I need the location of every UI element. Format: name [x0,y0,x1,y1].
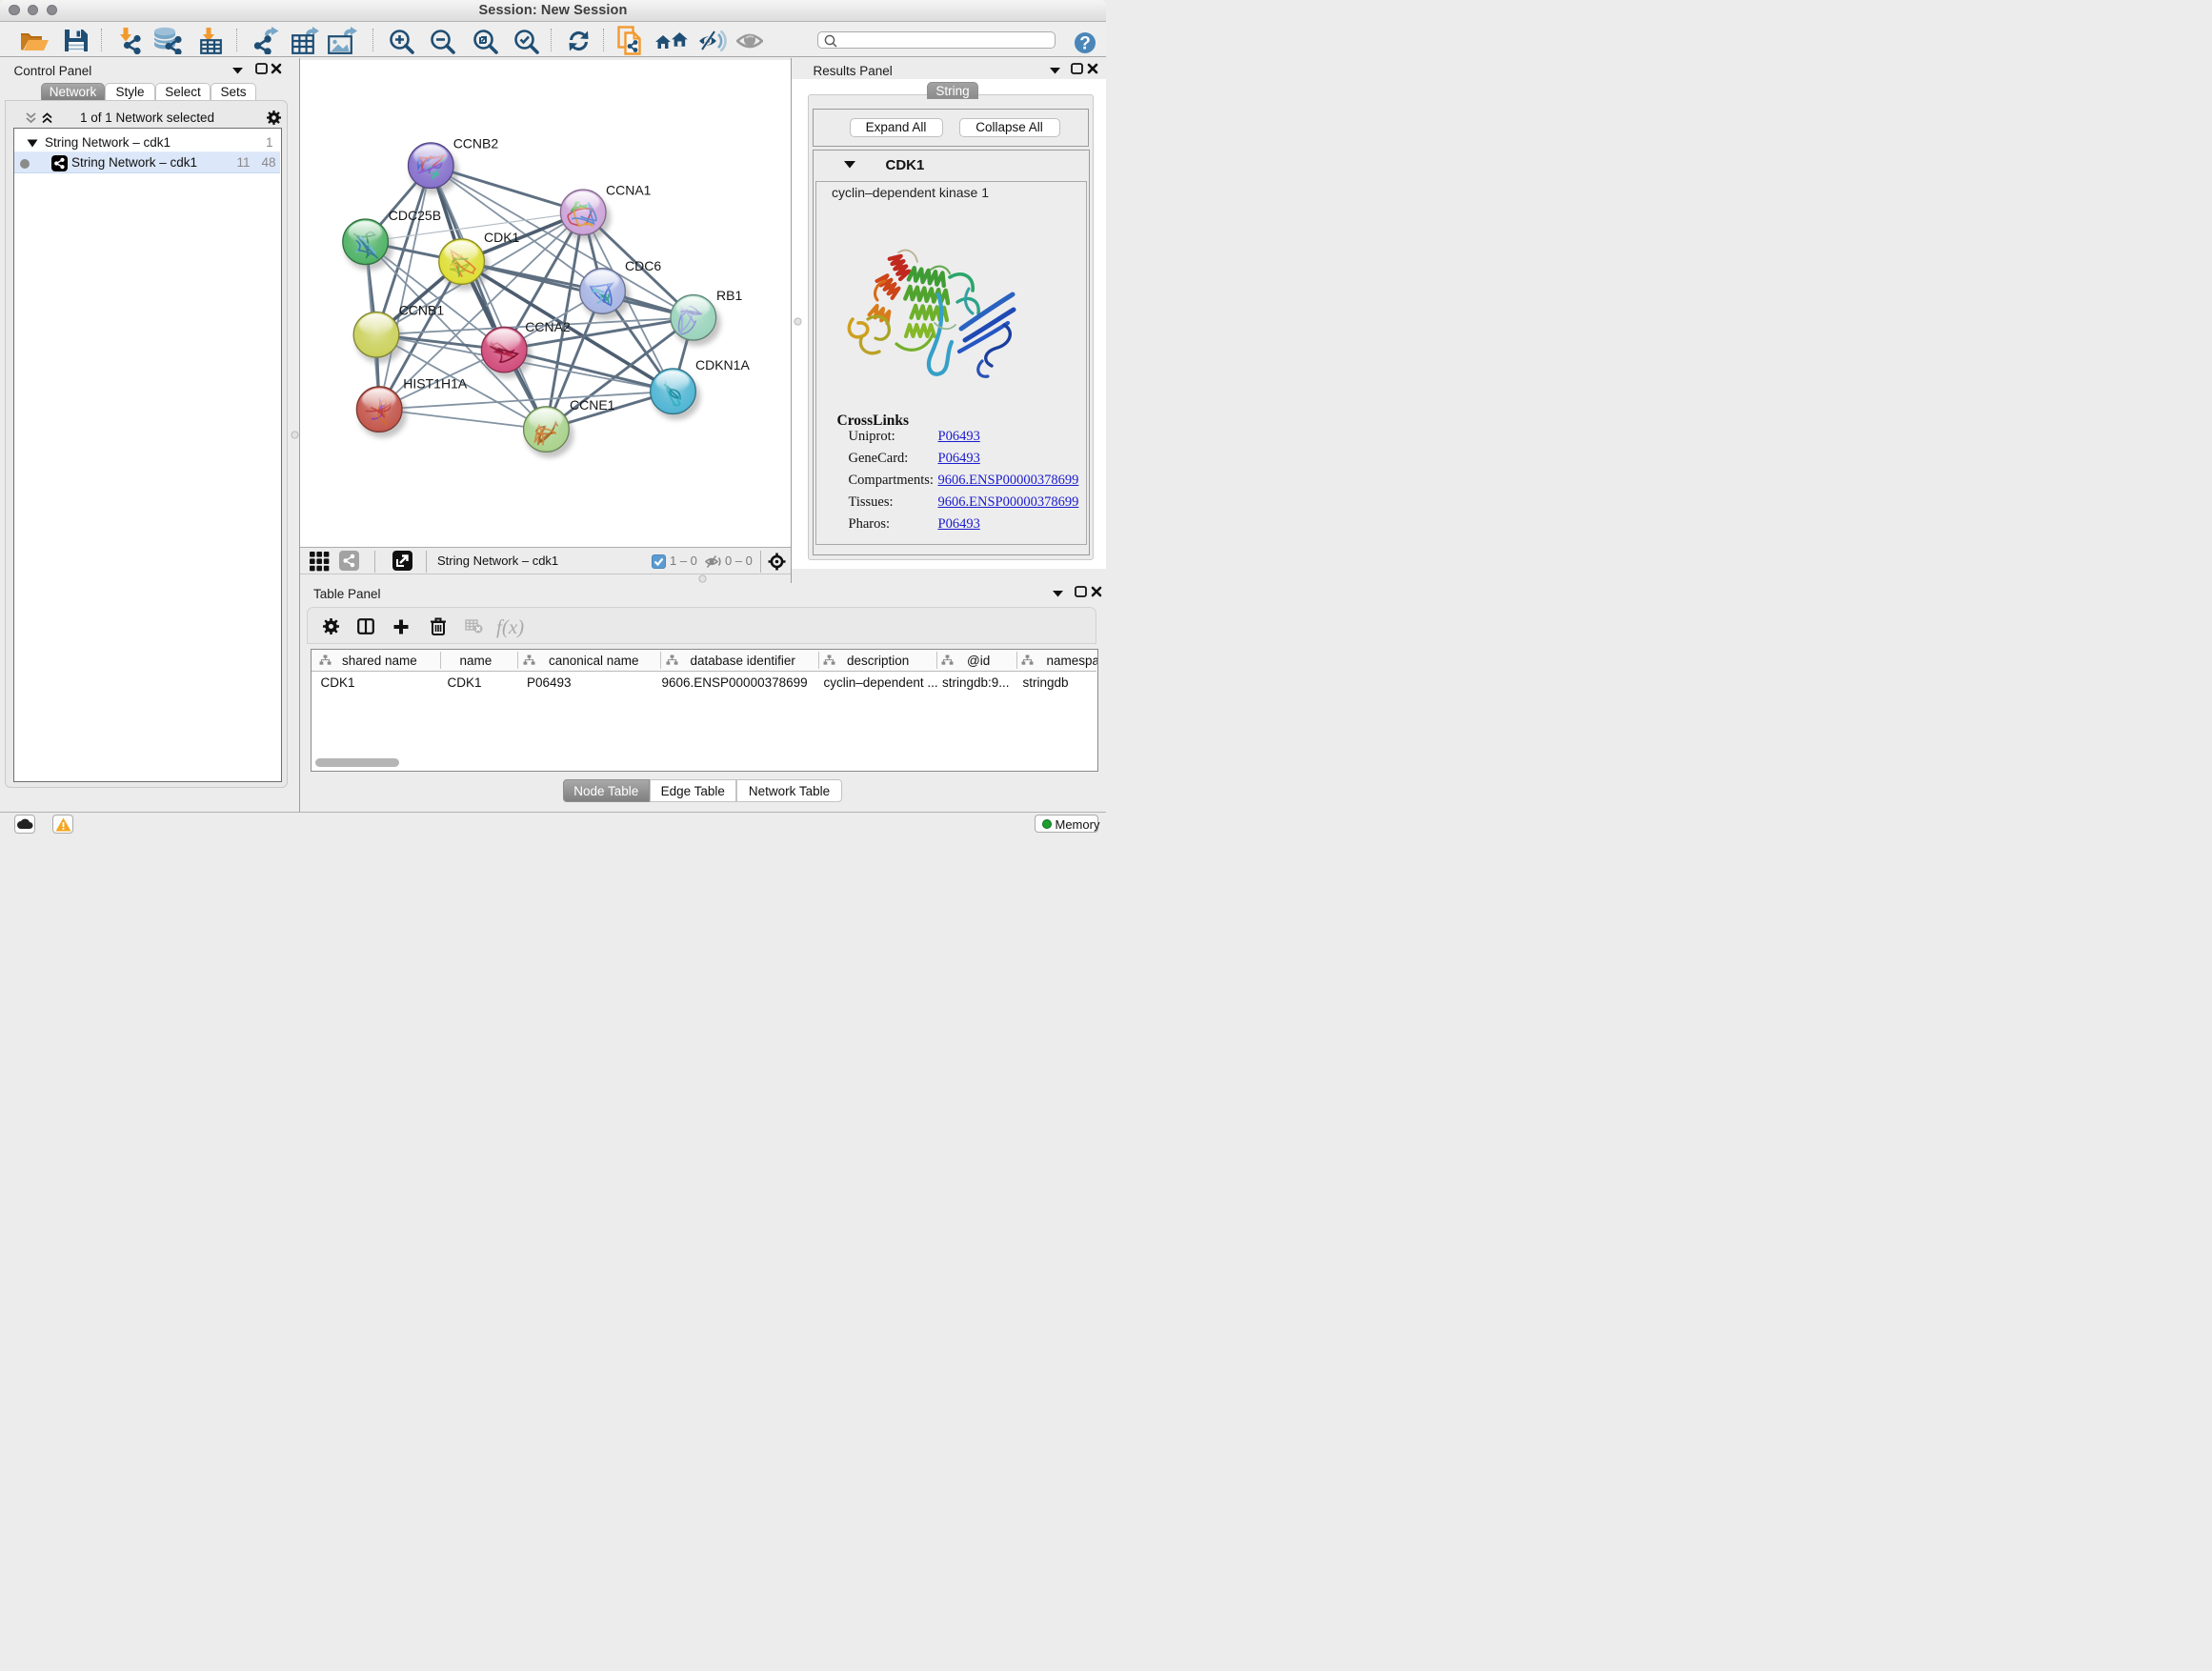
svg-text:CCNA2: CCNA2 [525,319,571,334]
svg-text:CCNB1: CCNB1 [399,303,445,318]
svg-text:CDC25B: CDC25B [389,208,441,223]
svg-text:HIST1H1A: HIST1H1A [403,376,468,392]
svg-text:CCNA1: CCNA1 [606,183,652,198]
svg-text:RB1: RB1 [716,288,742,303]
svg-text:CDK1: CDK1 [484,230,520,245]
svg-text:CCNB2: CCNB2 [453,135,499,151]
svg-text:CDC6: CDC6 [625,258,661,273]
svg-text:CCNE1: CCNE1 [570,397,615,413]
svg-text:CDKN1A: CDKN1A [695,357,750,372]
svg-text:?: ? [1079,34,1091,54]
